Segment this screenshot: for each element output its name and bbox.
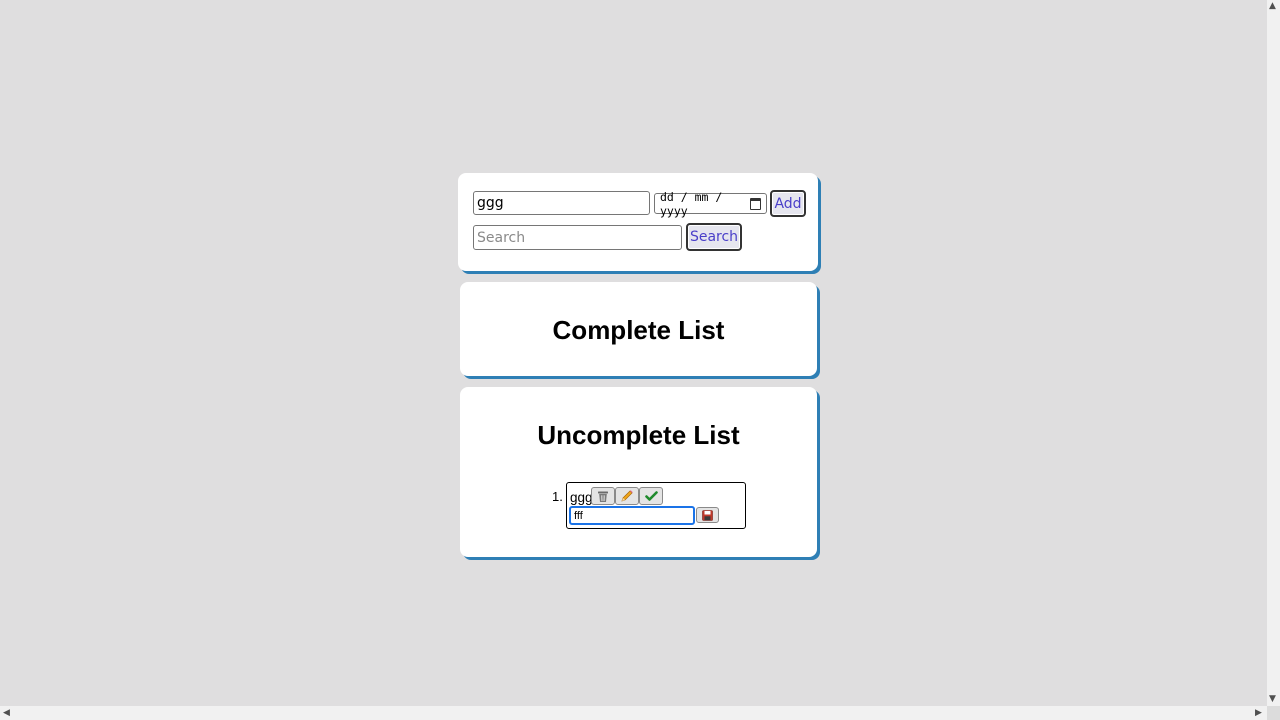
scrollbar-corner: [1267, 706, 1280, 720]
complete-list-card: Complete List: [460, 282, 817, 376]
calendar-icon[interactable]: [749, 197, 761, 210]
scroll-up-arrow[interactable]: ▲: [1269, 2, 1276, 11]
page: dd / mm / yyyy Add Search Complete List …: [0, 0, 1267, 706]
horizontal-scrollbar[interactable]: ◀ ▶: [0, 706, 1267, 720]
task-input[interactable]: [473, 191, 650, 215]
add-button[interactable]: Add: [770, 190, 806, 217]
uncomplete-list-card: Uncomplete List 1. ggg: [460, 387, 817, 557]
task-text: ggg: [570, 490, 593, 505]
vertical-scrollbar[interactable]: ▲ ▼: [1267, 0, 1280, 706]
scroll-right-arrow[interactable]: ▶: [1255, 709, 1262, 718]
pencil-icon: [621, 490, 633, 502]
save-button[interactable]: [696, 507, 719, 523]
complete-list-title: Complete List: [552, 315, 725, 345]
scroll-left-arrow[interactable]: ◀: [3, 709, 10, 718]
scroll-down-arrow[interactable]: ▼: [1269, 695, 1276, 704]
todo-form-card: dd / mm / yyyy Add Search: [458, 173, 818, 271]
trash-icon: [598, 491, 608, 502]
edit-task-input[interactable]: [569, 506, 695, 525]
list-item-number: 1.: [552, 489, 563, 504]
date-input[interactable]: dd / mm / yyyy: [654, 190, 767, 218]
edit-button[interactable]: [615, 487, 639, 505]
uncomplete-list-title: Uncomplete List: [537, 420, 740, 450]
delete-button[interactable]: [591, 487, 615, 505]
search-input[interactable]: [473, 225, 682, 250]
floppy-icon: [702, 509, 713, 521]
search-button[interactable]: Search: [686, 223, 742, 251]
complete-button[interactable]: [639, 487, 663, 505]
date-placeholder: dd / mm / yyyy: [660, 189, 723, 218]
list-item: ggg: [566, 482, 746, 529]
check-icon: [644, 491, 658, 501]
